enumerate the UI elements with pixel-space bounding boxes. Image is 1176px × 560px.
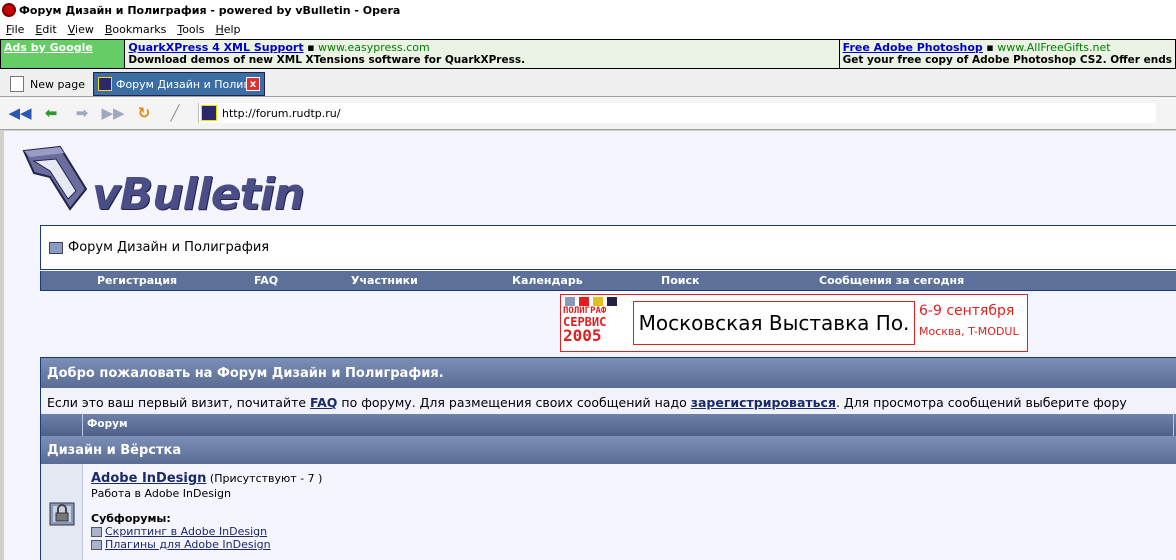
ad-quarkxpress: QuarkXPress 4 XML Support ▪ www.easypres… [125, 40, 840, 68]
navigation-toolbar: ◀◀ ⬅ ➡ ▶▶ ↻ ╱ http://forum.rudtp.ru/ [0, 97, 1176, 130]
ad-photoshop: Free Adobe Photoshop ▪ www.AllFreeGifts.… [839, 40, 1175, 68]
forum-title-bar: Форум Дизайн и Полиграфия [40, 225, 1176, 270]
forum-navbar: Регистрация FAQ Участники Календарь Поис… [40, 271, 1176, 291]
forum-title: Форум Дизайн и Полиграфия [68, 240, 270, 255]
banner-color-squares [565, 297, 629, 306]
tab-bar: New page Форум Дизайн и Полигр... x [0, 69, 1176, 97]
opera-icon [2, 3, 16, 17]
edit-pen-icon[interactable]: ╱ [163, 102, 187, 124]
banner-dates-place: 6-9 сентября Москва, T-MODUL [919, 303, 1019, 338]
close-tab-icon[interactable]: x [245, 77, 260, 91]
menu-bar: File Edit View Bookmarks Tools Help [0, 20, 1176, 39]
subforum-link[interactable]: Скриптинг в Adobe InDesign [91, 525, 1174, 538]
welcome-text: Если это ваш первый визит, почитайте FAQ… [41, 388, 1176, 414]
welcome-heading: Добро пожаловать на Форум Дизайн и Полиг… [41, 358, 1176, 388]
vbulletin-logo[interactable]: vBulletin [16, 137, 305, 223]
menu-bookmarks[interactable]: Bookmarks [105, 23, 166, 36]
page-content: vBulletin Форум Дизайн и Полиграфия Реги… [0, 131, 1176, 560]
window-titlebar: Форум Дизайн и Полиграфия - powered by v… [0, 0, 1176, 20]
forward-arrow-icon[interactable]: ➡ [70, 102, 94, 124]
forum-lock-icon [49, 502, 74, 526]
subforum-icon [91, 526, 102, 537]
ad-description: Get your free copy of Adobe Photoshop CS… [842, 54, 1172, 66]
nav-todays-posts[interactable]: Сообщения за сегодня [819, 274, 964, 287]
page-icon [10, 76, 24, 92]
nav-search[interactable]: Поиск [661, 274, 699, 287]
back-arrow-icon[interactable]: ⬅ [39, 102, 63, 124]
subforum-link[interactable]: Плагины для Adobe InDesign [91, 538, 1174, 551]
folder-icon [49, 241, 63, 254]
forum-info-cell: Adobe InDesign (Присутствуют - 7 ) Работ… [83, 464, 1176, 560]
logo-text: vBulletin [92, 169, 305, 220]
column-forum: Форум [83, 414, 1174, 436]
ad-url[interactable]: www.AllFreeGifts.net [997, 41, 1110, 54]
subforums-label: Субфорумы: [91, 512, 171, 525]
forum-link-indesign[interactable]: Adobe InDesign [91, 471, 206, 486]
window-title: Форум Дизайн и Полиграфия - powered by v… [19, 3, 401, 17]
vbulletin-favicon-icon [97, 77, 112, 91]
ad-title-link[interactable]: QuarkXPress 4 XML Support [128, 41, 303, 54]
forum-column-header: Форум [41, 414, 1176, 436]
forum-status-cell [41, 464, 83, 560]
tab-new-page[interactable]: New page [6, 72, 89, 96]
site-favicon-icon [201, 105, 217, 121]
menu-tools[interactable]: Tools [177, 23, 204, 36]
category-row[interactable]: Дизайн и Вёрстка [41, 436, 1176, 464]
nav-faq[interactable]: FAQ [254, 274, 278, 287]
forum-row: Adobe InDesign (Присутствуют - 7 ) Работ… [41, 464, 1176, 560]
nav-calendar[interactable]: Календарь [512, 274, 583, 287]
menu-edit[interactable]: Edit [35, 23, 56, 36]
nav-members[interactable]: Участники [351, 274, 418, 287]
register-link[interactable]: зарегистрироваться [691, 395, 836, 410]
faq-link[interactable]: FAQ [310, 395, 337, 410]
ads-bar: Ads by Google QuarkXPress 4 XML Support … [0, 39, 1176, 69]
forum-present-count: (Присутствуют - 7 ) [209, 472, 323, 485]
forum-main-table: Добро пожаловать на Форум Дизайн и Полиг… [40, 357, 1176, 560]
menu-help[interactable]: Help [215, 23, 240, 36]
forum-description: Работа в Adobe InDesign [91, 487, 231, 500]
rewind-icon[interactable]: ◀◀ [8, 102, 32, 124]
fast-forward-icon[interactable]: ▶▶ [101, 102, 125, 124]
subforum-icon [91, 539, 102, 550]
ad-url[interactable]: www.easypress.com [318, 41, 430, 54]
exhibition-banner[interactable]: ПОЛИГРАФ СЕРВИС 2005 Московская Выставка… [560, 294, 1028, 352]
banner-title: Московская Выставка По. [633, 301, 915, 345]
ads-by-google[interactable]: Ads by Google [1, 40, 126, 68]
banner-logo: ПОЛИГРАФ СЕРВИС 2005 [563, 297, 629, 349]
menu-view[interactable]: View [68, 23, 94, 36]
address-bar[interactable]: http://forum.rudtp.ru/ [198, 103, 1156, 123]
tab-forum[interactable]: Форум Дизайн и Полигр... x [92, 72, 265, 96]
ad-description: Download demos of new XML XTensions soft… [128, 54, 526, 66]
menu-file[interactable]: File [6, 23, 24, 36]
nav-register[interactable]: Регистрация [97, 274, 177, 287]
vbulletin-logo-mark-icon [22, 145, 88, 211]
reload-icon[interactable]: ↻ [132, 102, 156, 124]
ad-title-link[interactable]: Free Adobe Photoshop [843, 41, 983, 54]
address-url[interactable]: http://forum.rudtp.ru/ [222, 107, 340, 120]
